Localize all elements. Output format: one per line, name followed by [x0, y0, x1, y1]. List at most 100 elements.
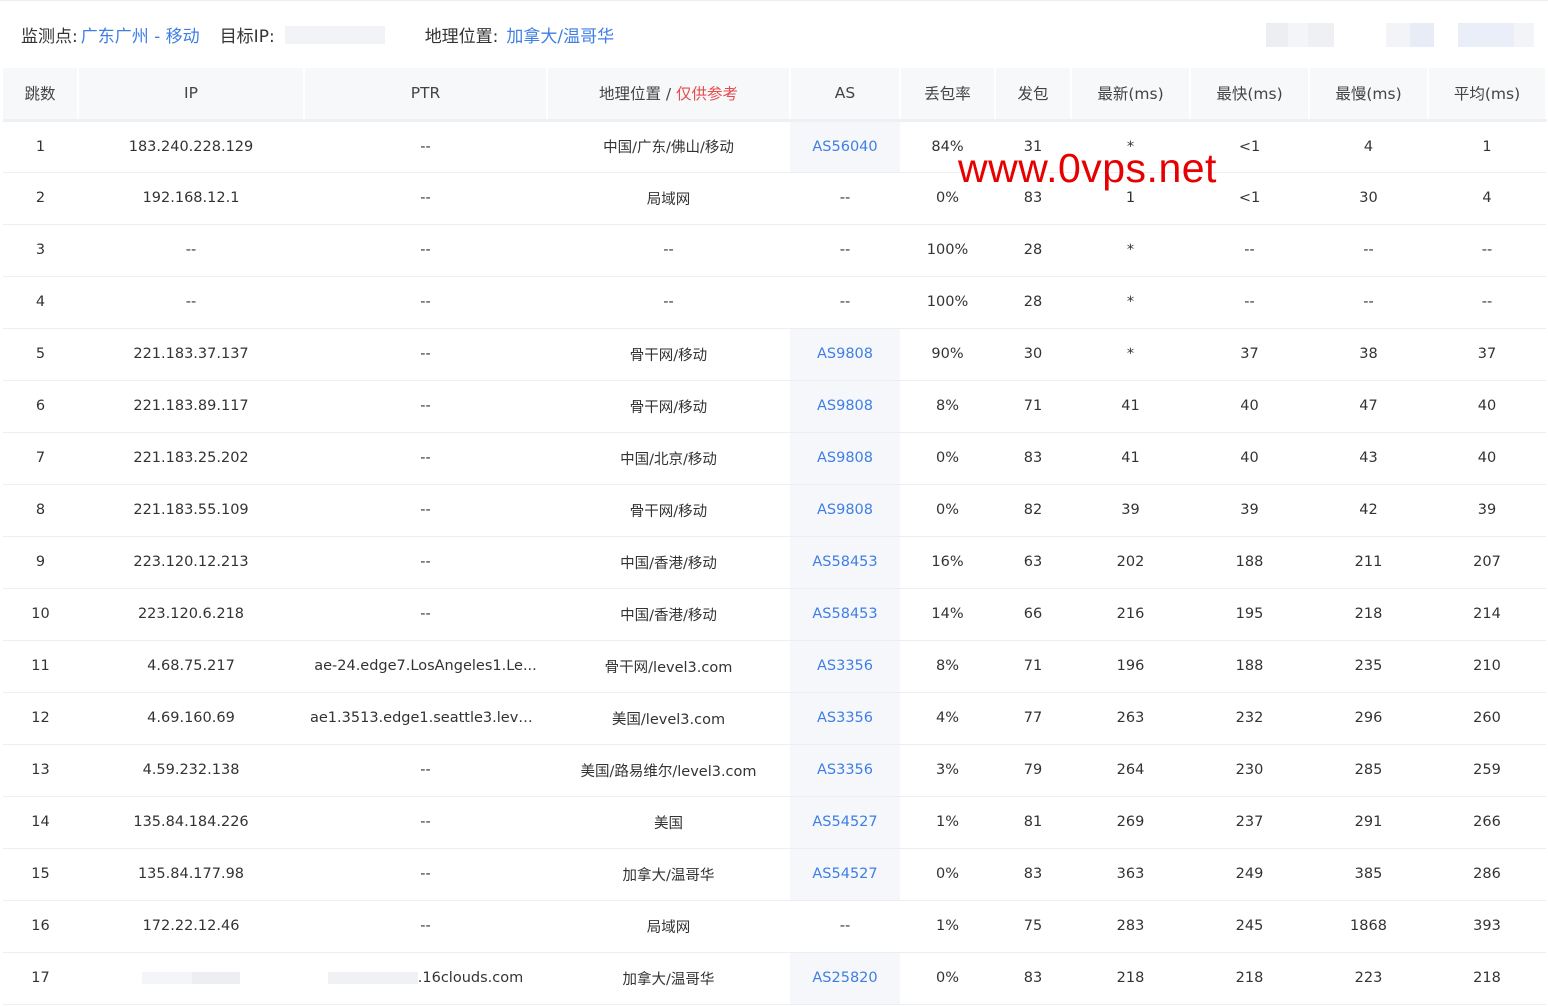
as-link[interactable]: AS58453 [812, 554, 877, 570]
as-link[interactable]: AS54527 [812, 814, 877, 830]
cell-sent: 66 [995, 588, 1071, 641]
cell-geo: 中国/香港/移动 [547, 588, 790, 641]
cell-worst: 42 [1309, 484, 1428, 537]
cell-ptr: -- [304, 484, 547, 537]
col-last: 最新(ms) [1071, 68, 1191, 122]
table-body: 1 183.240.228.129 -- 中国/广东/佛山/移动 AS56040 84% 3… [3, 120, 1546, 1005]
cell-as: -- [790, 224, 900, 277]
table-row: 15 135.84.177.98 -- 加拿大/温哥华 AS54527 0% 83 363 24… [3, 848, 1546, 901]
as-link[interactable]: AS3356 [817, 762, 873, 778]
cell-worst: 218 [1309, 588, 1428, 641]
cell-sent: 79 [995, 744, 1071, 797]
table-row: 16 172.22.12.46 -- 局域网 -- 1% 75 283 245 1868 393 [3, 900, 1546, 953]
table-header-row: 跳数 IP PTR 地理位置 / 仅供参考 AS 丢包率 发包 最新(ms) 最… [3, 68, 1547, 122]
as-link[interactable]: AS9808 [817, 398, 873, 414]
cell-ip: 135.84.177.98 [78, 848, 304, 901]
as-link[interactable]: AS54527 [812, 866, 877, 882]
cell-best: 40 [1190, 380, 1309, 433]
cell-last: 218 [1071, 952, 1190, 1005]
cell-best: 39 [1190, 484, 1309, 537]
cell-ip: 4.59.232.138 [78, 744, 304, 797]
table-row: 7 221.183.25.202 -- 中国/北京/移动 AS9808 0% 83 41 40 4… [3, 432, 1546, 485]
cell-sent: 28 [995, 276, 1071, 329]
cell-ptr: -- [304, 796, 547, 849]
as-link[interactable]: AS9808 [817, 346, 873, 362]
as-link[interactable]: AS25820 [812, 970, 877, 986]
cell-loss: 100% [900, 276, 995, 329]
table-row: 9 223.120.12.213 -- 中国/香港/移动 AS58453 16% 63 202… [3, 536, 1546, 589]
cell-sent: 77 [995, 692, 1071, 745]
cell-last: 196 [1071, 640, 1190, 693]
cell-hop: 4 [3, 276, 78, 329]
redacted-ip [192, 972, 240, 984]
cell-ptr: -- [304, 432, 547, 485]
cell-hop: 14 [3, 796, 78, 849]
col-geo: 地理位置 / 仅供参考 [547, 68, 791, 122]
cell-sent: 75 [995, 900, 1071, 953]
col-sent: 发包 [995, 68, 1072, 122]
col-avg: 平均(ms) [1428, 68, 1547, 122]
cell-ip: 223.120.12.213 [78, 536, 304, 589]
cell-as: AS9808 [790, 432, 900, 485]
redacted-ip [142, 972, 192, 984]
redacted-block [1458, 23, 1514, 47]
table-row: 12 4.69.160.69 ae1.3513.edge1.seattle3.lev… [3, 692, 1546, 745]
as-link[interactable]: AS58453 [812, 606, 877, 622]
table-row: 10 223.120.6.218 -- 中国/香港/移动 AS58453 14% 66 216… [3, 588, 1546, 641]
cell-as: AS58453 [790, 588, 900, 641]
as-link[interactable]: AS56040 [812, 139, 877, 155]
col-geo-label: 地理位置 [598, 85, 661, 104]
cell-avg: 207 [1428, 536, 1546, 589]
as-link[interactable]: AS9808 [817, 450, 873, 466]
redacted-block [1434, 23, 1458, 47]
geo-value[interactable]: 加拿大/温哥华 [506, 22, 614, 47]
col-ip: IP [78, 68, 305, 122]
cell-loss: 4% [900, 692, 995, 745]
cell-worst: -- [1309, 276, 1428, 329]
cell-avg: 286 [1428, 848, 1546, 901]
as-link[interactable]: AS9808 [817, 502, 873, 518]
cell-worst: 211 [1309, 536, 1428, 589]
redacted-block [1308, 23, 1334, 47]
as-link[interactable]: AS3356 [817, 658, 873, 674]
monitor-value[interactable]: 广东广州 - 移动 [81, 22, 200, 47]
redacted-block [1410, 23, 1434, 47]
cell-best: -- [1190, 276, 1309, 329]
col-worst: 最慢(ms) [1309, 68, 1429, 122]
monitor-point: 监测点: 广东广州 - 移动 [21, 22, 200, 47]
cell-ptr: -- [304, 588, 547, 641]
as-value: -- [839, 190, 851, 206]
cell-worst: 47 [1309, 380, 1428, 433]
cell-hop: 17 [3, 952, 78, 1005]
cell-worst: 223 [1309, 952, 1428, 1005]
as-link[interactable]: AS3356 [817, 710, 873, 726]
cell-hop: 8 [3, 484, 78, 537]
cell-loss: 8% [900, 640, 995, 693]
cell-ip: 183.240.228.129 [78, 120, 304, 173]
cell-sent: 83 [995, 848, 1071, 901]
cell-sent: 63 [995, 536, 1071, 589]
cell-loss: 0% [900, 484, 995, 537]
cell-loss: 90% [900, 328, 995, 381]
cell-geo: 骨干网/level3.com [547, 640, 790, 693]
cell-geo: 中国/北京/移动 [547, 432, 790, 485]
cell-best: 237 [1190, 796, 1309, 849]
cell-best: <1 [1190, 172, 1309, 225]
cell-sent: 71 [995, 380, 1071, 433]
cell-last: 41 [1071, 380, 1190, 433]
cell-ip: 4.69.160.69 [78, 692, 304, 745]
cell-best: -- [1190, 224, 1309, 277]
cell-hop: 2 [3, 172, 78, 225]
cell-loss: 0% [900, 952, 995, 1005]
cell-ip: 192.168.12.1 [78, 172, 304, 225]
cell-best: 249 [1190, 848, 1309, 901]
cell-ip: 221.183.25.202 [78, 432, 304, 485]
cell-best: 40 [1190, 432, 1309, 485]
cell-ptr: -- [304, 848, 547, 901]
cell-worst: 291 [1309, 796, 1428, 849]
redacted-block [1288, 23, 1308, 47]
cell-sent: 81 [995, 796, 1071, 849]
redacted-block [1266, 23, 1288, 47]
cell-worst: -- [1309, 224, 1428, 277]
cell-geo: 骨干网/移动 [547, 328, 790, 381]
